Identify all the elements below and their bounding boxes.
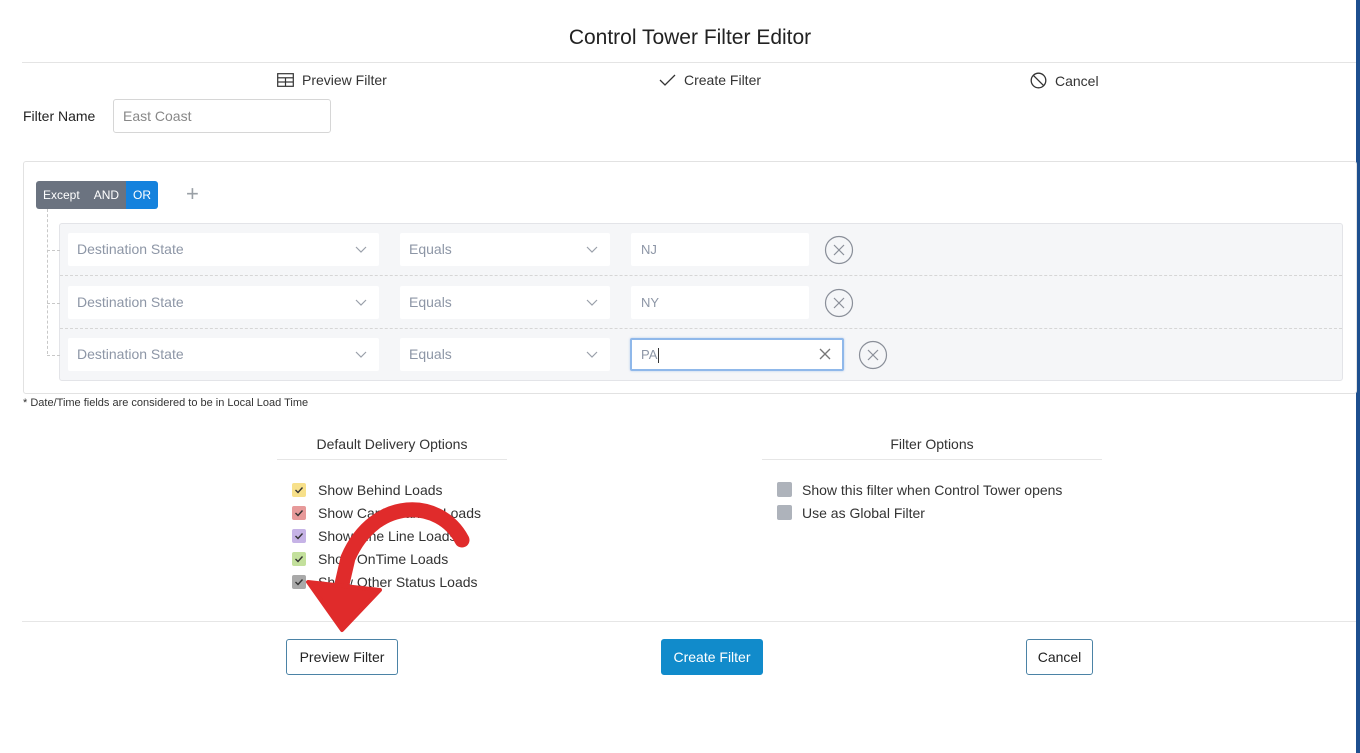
checkbox[interactable] — [292, 551, 306, 566]
remove-rule-icon[interactable] — [824, 235, 854, 265]
chevron-down-icon — [355, 299, 367, 306]
add-rule-icon[interactable]: + — [186, 183, 199, 205]
rule-operator-select[interactable]: Equals — [400, 338, 610, 371]
rule-field-value: Destination State — [77, 241, 184, 257]
rule-value-text: NY — [641, 295, 660, 310]
rule-value-text: NJ — [641, 242, 657, 257]
delivery-option-ontime[interactable]: Show OnTime Loads — [292, 547, 481, 570]
rule-value-input[interactable]: PA — [630, 338, 844, 371]
delivery-options-title: Default Delivery Options — [316, 436, 468, 452]
rule-row: Destination State Equals NY — [47, 277, 1342, 329]
check-icon — [295, 555, 304, 563]
clear-icon[interactable] — [818, 347, 832, 361]
check-icon — [295, 578, 304, 586]
tree-connector — [47, 209, 48, 354]
prohibited-icon — [1030, 72, 1047, 89]
tree-branch — [47, 355, 60, 356]
rule-value-input[interactable]: NJ — [631, 233, 809, 266]
chevron-down-icon — [355, 351, 367, 358]
logic-except-button[interactable]: Except — [36, 181, 87, 209]
remove-rule-icon[interactable] — [824, 288, 854, 318]
checkbox[interactable] — [777, 482, 792, 497]
delivery-option-label: Show Fine Line Loads — [318, 527, 457, 544]
rule-operator-value: Equals — [409, 294, 452, 310]
header-divider — [22, 62, 1356, 63]
delivery-option-label: Show Other Status Loads — [318, 573, 478, 590]
tree-branch — [47, 303, 60, 304]
check-icon — [295, 532, 304, 540]
delivery-option-fine-line[interactable]: Show Fine Line Loads — [292, 524, 481, 547]
top-create-filter-button[interactable]: Create Filter — [659, 72, 761, 88]
dialog-title: Control Tower Filter Editor — [568, 26, 812, 49]
top-cancel-button[interactable]: Cancel — [1030, 72, 1099, 89]
table-icon — [277, 73, 294, 87]
chevron-down-icon — [355, 246, 367, 253]
delivery-options-divider — [277, 459, 507, 460]
chevron-down-icon — [586, 299, 598, 306]
delivery-option-label: Show Behind Loads — [318, 481, 443, 498]
rule-field-value: Destination State — [77, 294, 184, 310]
rule-value-text: PA — [641, 347, 658, 362]
rule-field-select[interactable]: Destination State — [68, 233, 379, 266]
filter-options-divider — [762, 459, 1102, 460]
check-icon — [659, 74, 676, 86]
rule-operator-value: Equals — [409, 346, 452, 362]
filter-options-title: Filter Options — [890, 436, 974, 452]
rule-field-select[interactable]: Destination State — [68, 286, 379, 319]
rule-row: Destination State Equals PA — [47, 329, 1342, 381]
checkbox[interactable] — [292, 574, 306, 589]
checkbox[interactable] — [292, 528, 306, 543]
delivery-option-label: Show OnTime Loads — [318, 550, 449, 567]
remove-rule-icon[interactable] — [858, 340, 888, 370]
logic-toggle-group: Except AND OR — [36, 181, 159, 209]
top-preview-filter-label: Preview Filter — [302, 72, 387, 88]
cancel-button[interactable]: Cancel — [1026, 639, 1093, 675]
chevron-down-icon — [586, 246, 598, 253]
check-icon — [295, 509, 304, 517]
rule-field-select[interactable]: Destination State — [68, 338, 379, 371]
checkbox[interactable] — [292, 482, 306, 497]
rule-operator-value: Equals — [409, 241, 452, 257]
chevron-down-icon — [586, 351, 598, 358]
timezone-note: * Date/Time fields are considered to be … — [23, 397, 309, 409]
rule-value-input[interactable]: NY — [631, 286, 809, 319]
top-preview-filter-button[interactable]: Preview Filter — [277, 72, 387, 88]
filter-option-show-on-open[interactable]: Show this filter when Control Tower open… — [777, 478, 1062, 501]
check-icon — [295, 486, 304, 494]
text-cursor — [658, 348, 660, 364]
footer-divider — [22, 621, 1356, 622]
delivery-option-label: Show Can't Make It Loads — [318, 504, 481, 521]
delivery-option-other-status[interactable]: Show Other Status Loads — [292, 570, 481, 593]
rule-operator-select[interactable]: Equals — [400, 233, 610, 266]
filter-name-label: Filter Name — [23, 108, 96, 124]
delivery-options-list: Show Behind Loads Show Can't Make It Loa… — [292, 478, 481, 593]
filter-option-label: Use as Global Filter — [802, 504, 925, 521]
rule-row: Destination State Equals NJ — [47, 224, 1342, 276]
top-action-bar: Preview Filter Create Filter Cancel — [0, 72, 1360, 92]
filter-option-label: Show this filter when Control Tower open… — [802, 481, 1063, 498]
checkbox[interactable] — [777, 505, 792, 520]
preview-filter-button[interactable]: Preview Filter — [286, 639, 398, 675]
delivery-option-cant-make-it[interactable]: Show Can't Make It Loads — [292, 501, 481, 524]
rule-operator-select[interactable]: Equals — [400, 286, 610, 319]
rule-field-value: Destination State — [77, 346, 184, 362]
filter-name-input[interactable] — [113, 99, 331, 133]
logic-and-button[interactable]: AND — [86, 181, 127, 209]
logic-or-button[interactable]: OR — [126, 181, 159, 209]
filter-options-list: Show this filter when Control Tower open… — [777, 478, 1062, 524]
create-filter-button[interactable]: Create Filter — [661, 639, 763, 675]
top-create-filter-label: Create Filter — [684, 72, 762, 88]
tree-branch — [47, 250, 60, 251]
delivery-option-behind[interactable]: Show Behind Loads — [292, 478, 481, 501]
filter-option-global[interactable]: Use as Global Filter — [777, 501, 1062, 524]
checkbox[interactable] — [292, 505, 306, 520]
top-cancel-label: Cancel — [1055, 72, 1099, 89]
